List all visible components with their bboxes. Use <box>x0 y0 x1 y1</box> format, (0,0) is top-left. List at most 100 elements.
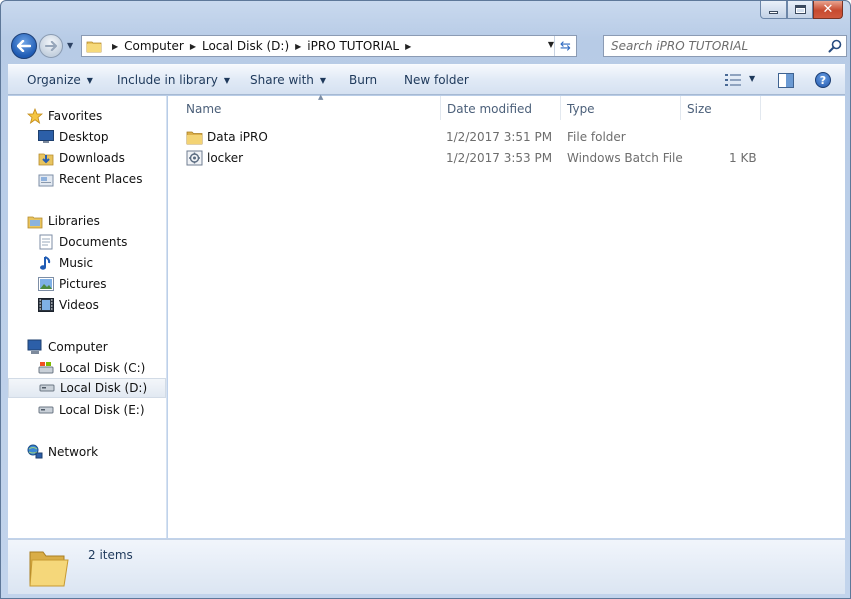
column-header-label: Name <box>186 102 222 116</box>
share-with-label: Share with <box>250 73 314 87</box>
maximize-icon <box>794 5 806 14</box>
column-header-name[interactable]: Name ▲ <box>180 93 440 122</box>
explorer-window: ✕ ▼ ▶ Computer ▶ Local Disk (D:) ▶ iPRO … <box>0 0 851 599</box>
folder-icon <box>86 41 102 53</box>
caption-buttons: ✕ <box>760 1 843 19</box>
breadcrumb-local-disk-d[interactable]: Local Disk (D:) <box>202 39 289 53</box>
file-name: Data iPRO <box>207 130 268 144</box>
sidebar-item-desktop[interactable]: Desktop <box>8 127 166 147</box>
column-header-size[interactable]: Size <box>681 96 761 122</box>
music-icon <box>38 255 54 271</box>
sidebar-item-favorites[interactable]: Favorites <box>8 106 166 126</box>
pictures-icon <box>38 276 54 292</box>
view-options-dropdown[interactable]: ▼ <box>749 74 755 83</box>
item-count: 2 items <box>88 548 133 562</box>
back-arrow-icon <box>17 40 31 52</box>
help-icon: ? <box>819 73 827 87</box>
file-type: Windows Batch File <box>567 151 683 165</box>
column-header-label: Date modified <box>447 102 533 116</box>
navigation-pane: Favorites Desktop Downloads Recent Place… <box>8 96 167 538</box>
sidebar-item-label: Music <box>59 256 94 270</box>
forward-button[interactable] <box>39 34 63 58</box>
refresh-button[interactable]: ⇆ <box>554 36 576 56</box>
forward-arrow-icon <box>45 41 57 51</box>
close-button[interactable]: ✕ <box>813 1 843 19</box>
chevron-down-icon: ▼ <box>223 76 231 85</box>
column-header-label: Size <box>687 102 712 116</box>
minimize-icon <box>769 10 778 14</box>
preview-pane-button[interactable] <box>778 73 794 91</box>
file-row-locker[interactable]: locker 1/2/2017 3:53 PM Windows Batch Fi… <box>184 148 764 169</box>
organize-button[interactable]: Organize ▼ <box>27 73 93 87</box>
change-view-button[interactable] <box>725 74 741 89</box>
close-icon: ✕ <box>822 2 834 17</box>
breadcrumb-separator[interactable]: ▶ <box>190 42 196 51</box>
navigation-bar: ▼ ▶ Computer ▶ Local Disk (D:) ▶ iPRO TU… <box>9 32 847 60</box>
documents-icon <box>38 234 54 250</box>
details-pane: 2 items <box>8 539 845 594</box>
breadcrumb-ipro-tutorial[interactable]: iPRO TUTORIAL <box>307 39 399 53</box>
recent-places-icon <box>38 171 54 187</box>
sidebar-item-label: Recent Places <box>59 172 143 186</box>
videos-icon <box>38 297 54 313</box>
sidebar-item-downloads[interactable]: Downloads <box>8 148 166 168</box>
sidebar-item-label: Network <box>48 445 99 459</box>
refresh-icon: ⇆ <box>560 38 571 54</box>
network-icon <box>27 444 43 460</box>
file-type: File folder <box>567 130 626 144</box>
address-bar[interactable]: ▶ Computer ▶ Local Disk (D:) ▶ iPRO TUTO… <box>81 35 577 57</box>
file-date-modified: 1/2/2017 3:51 PM <box>446 130 553 144</box>
organize-label: Organize <box>27 73 81 87</box>
breadcrumb-computer[interactable]: Computer <box>124 39 184 53</box>
search-input[interactable] <box>611 39 821 53</box>
column-divider[interactable] <box>760 96 761 120</box>
search-button[interactable] <box>828 39 842 56</box>
search-icon <box>828 39 842 53</box>
sidebar-item-label: Desktop <box>59 130 109 144</box>
sidebar-item-label: Pictures <box>59 277 107 291</box>
sidebar-item-documents[interactable]: Documents <box>8 232 166 252</box>
folder-icon <box>186 131 203 145</box>
column-header-label: Type <box>567 102 595 116</box>
downloads-icon <box>38 150 54 166</box>
share-with-button[interactable]: Share with ▼ <box>250 73 326 87</box>
include-in-library-button[interactable]: Include in library ▼ <box>117 73 230 87</box>
sidebar-item-pictures[interactable]: Pictures <box>8 274 166 294</box>
column-header-type[interactable]: Type <box>561 96 681 122</box>
sidebar-item-music[interactable]: Music <box>8 253 166 273</box>
file-row-data-ipro[interactable]: Data iPRO 1/2/2017 3:51 PM File folder <box>184 127 764 148</box>
sidebar-item-local-disk-d[interactable]: Local Disk (D:) <box>8 378 166 398</box>
sidebar-item-label: Local Disk (D:) <box>60 381 148 395</box>
help-button[interactable]: ? <box>815 72 831 88</box>
chevron-down-icon: ▼ <box>86 76 93 85</box>
file-name: locker <box>207 151 244 165</box>
include-in-library-label: Include in library <box>117 73 218 87</box>
drive-icon <box>38 402 54 418</box>
drive-icon <box>38 360 54 376</box>
breadcrumb-separator[interactable]: ▶ <box>112 42 118 51</box>
sidebar-item-label: Libraries <box>48 214 100 228</box>
minimize-button[interactable] <box>760 1 787 19</box>
back-button[interactable] <box>11 33 37 59</box>
new-folder-button[interactable]: New folder <box>404 73 469 87</box>
sidebar-item-local-disk-e[interactable]: Local Disk (E:) <box>8 400 166 420</box>
breadcrumb-separator[interactable]: ▶ <box>405 42 411 51</box>
libraries-icon <box>27 213 43 229</box>
sidebar-item-recent-places[interactable]: Recent Places <box>8 169 166 189</box>
sidebar-item-computer[interactable]: Computer <box>8 337 166 357</box>
details-view-icon <box>725 74 741 86</box>
column-header-date-modified[interactable]: Date modified <box>441 96 561 122</box>
folder-icon <box>29 551 69 587</box>
sidebar-item-local-disk-c[interactable]: Local Disk (C:) <box>8 358 166 378</box>
maximize-button[interactable] <box>787 1 813 19</box>
sidebar-item-network[interactable]: Network <box>8 442 166 462</box>
sort-ascending-icon: ▲ <box>318 93 324 101</box>
search-box <box>603 35 847 57</box>
sidebar-item-videos[interactable]: Videos <box>8 295 166 315</box>
command-bar: Organize ▼ Include in library ▼ Share with… <box>8 64 845 95</box>
preview-pane-icon <box>778 73 794 88</box>
burn-button[interactable]: Burn <box>349 73 377 87</box>
sidebar-item-libraries[interactable]: Libraries <box>8 211 166 231</box>
recent-pages-dropdown[interactable]: ▼ <box>67 41 73 50</box>
breadcrumb-separator[interactable]: ▶ <box>295 42 301 51</box>
